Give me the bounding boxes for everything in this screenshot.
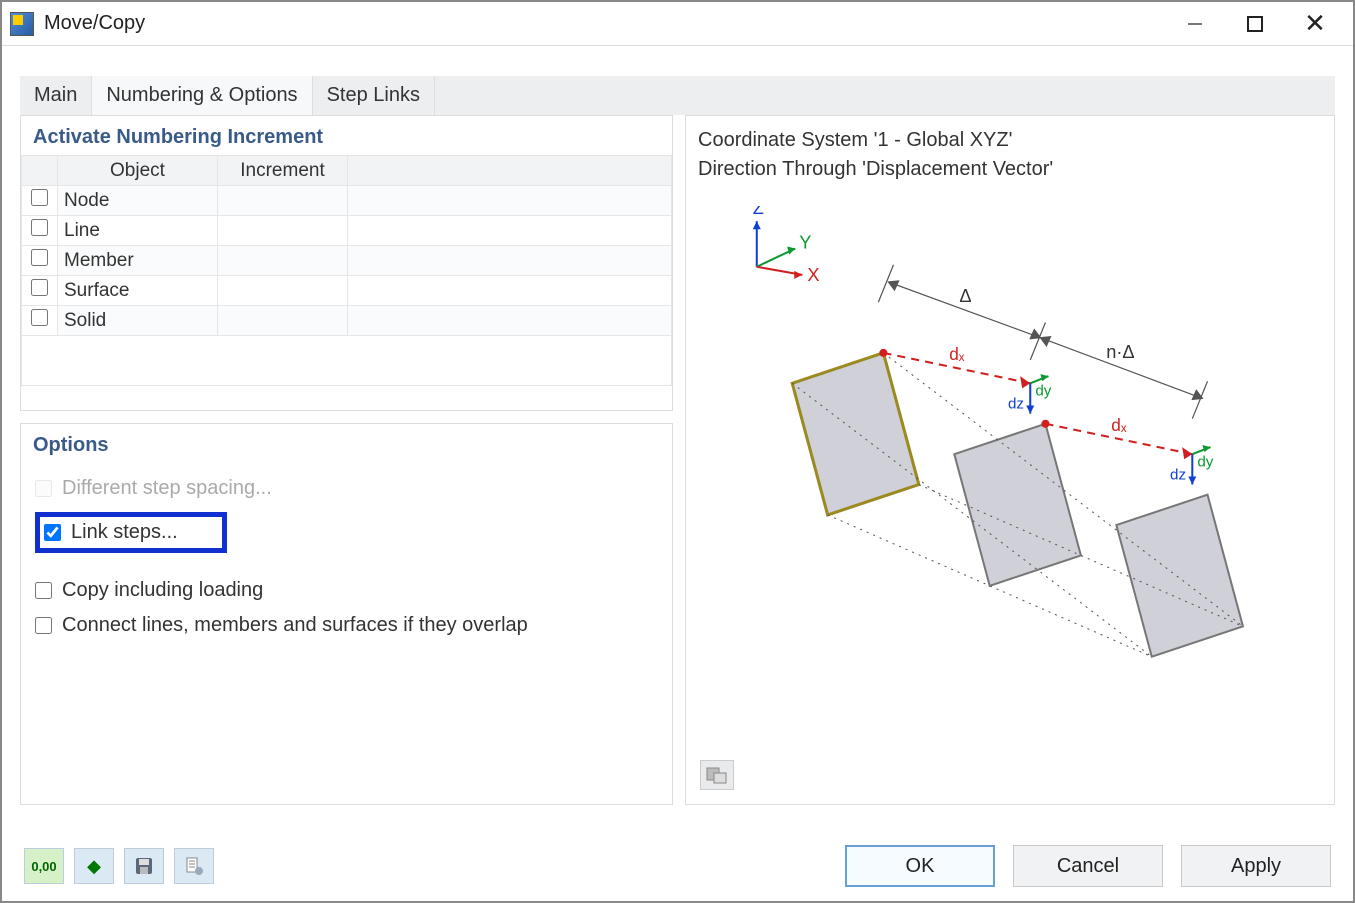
- row-inc[interactable]: [218, 216, 348, 246]
- pick-button[interactable]: ◆: [74, 848, 114, 884]
- table-row: Solid: [22, 306, 672, 336]
- row-label: Solid: [58, 306, 218, 336]
- table-row: Member: [22, 246, 672, 276]
- link-steps-highlight: Link steps...: [35, 512, 227, 553]
- opt-link-steps[interactable]: Link steps...: [35, 506, 658, 559]
- check-diff-step: [35, 480, 52, 497]
- dim-ndelta: n·Δ: [1106, 341, 1134, 362]
- preview-panel: Coordinate System '1 - Global XYZ' Direc…: [685, 115, 1335, 805]
- preview-line2: Direction Through 'Displacement Vector': [698, 155, 1322, 184]
- numbering-panel: Activate Numbering Increment Object Incr…: [20, 115, 673, 411]
- label-connect: Connect lines, members and surfaces if t…: [62, 614, 528, 637]
- col-increment: Increment: [218, 156, 348, 186]
- options-panel: Options Different step spacing... Link s…: [20, 423, 673, 805]
- label-diff-step: Different step spacing...: [62, 477, 272, 500]
- cancel-button[interactable]: Cancel: [1013, 845, 1163, 887]
- check-copy-loading[interactable]: [35, 582, 52, 599]
- opt-connect[interactable]: Connect lines, members and surfaces if t…: [35, 608, 658, 643]
- row-check-member[interactable]: [31, 249, 48, 266]
- table-row: Line: [22, 216, 672, 246]
- check-link-steps[interactable]: [44, 524, 61, 541]
- preview-diagram: Z Y X Δ n·Δ: [696, 206, 1324, 733]
- decimals-button[interactable]: 0,00: [24, 848, 64, 884]
- apply-button[interactable]: Apply: [1181, 845, 1331, 887]
- dim-delta: Δ: [959, 285, 971, 306]
- preview-line1: Coordinate System '1 - Global XYZ': [698, 126, 1322, 155]
- row-inc[interactable]: [218, 186, 348, 216]
- maximize-button[interactable]: [1225, 4, 1285, 44]
- label-link-steps: Link steps...: [71, 521, 178, 544]
- ok-button[interactable]: OK: [845, 845, 995, 887]
- axis-y: Y: [799, 232, 811, 253]
- window-controls: ✕: [1165, 4, 1345, 44]
- tab-main[interactable]: Main: [20, 76, 92, 115]
- preview-settings-icon[interactable]: [700, 760, 734, 790]
- tab-strip: Main Numbering & Options Step Links: [20, 76, 1335, 115]
- numbering-table: Object Increment Node Line Member: [21, 155, 672, 386]
- lbl-dz2: dz: [1170, 466, 1186, 483]
- row-label: Line: [58, 216, 218, 246]
- lbl-dy1: dy: [1035, 382, 1051, 399]
- toolbar: 0,00 ◆: [24, 848, 214, 884]
- col-object: Object: [58, 156, 218, 186]
- row-check-node[interactable]: [31, 189, 48, 206]
- lbl-dy2: dy: [1197, 453, 1213, 470]
- row-label: Surface: [58, 276, 218, 306]
- lbl-dx1: dₓ: [949, 344, 965, 364]
- close-button[interactable]: ✕: [1285, 4, 1345, 44]
- numbering-title: Activate Numbering Increment: [21, 116, 672, 155]
- table-row: Surface: [22, 276, 672, 306]
- table-row: Node: [22, 186, 672, 216]
- save-button[interactable]: [124, 848, 164, 884]
- lbl-dx2: dₓ: [1111, 415, 1127, 435]
- row-check-surface[interactable]: [31, 279, 48, 296]
- tab-numbering-options[interactable]: Numbering & Options: [92, 76, 312, 115]
- opt-copy-loading[interactable]: Copy including loading: [35, 573, 658, 608]
- dialog-buttons: OK Cancel Apply: [845, 845, 1331, 887]
- row-label: Member: [58, 246, 218, 276]
- check-connect[interactable]: [35, 617, 52, 634]
- row-check-line[interactable]: [31, 219, 48, 236]
- bottom-bar: 0,00 ◆ OK Cancel Apply: [2, 831, 1353, 901]
- axis-x: X: [807, 264, 819, 285]
- axis-z: Z: [753, 206, 764, 218]
- row-check-solid[interactable]: [31, 309, 48, 326]
- row-label: Node: [58, 186, 218, 216]
- lbl-dz1: dz: [1008, 396, 1024, 413]
- label-copy-loading: Copy including loading: [62, 579, 263, 602]
- row-inc[interactable]: [218, 276, 348, 306]
- tab-step-links[interactable]: Step Links: [313, 76, 435, 115]
- options-title: Options: [21, 424, 672, 463]
- list-button[interactable]: [174, 848, 214, 884]
- window-title: Move/Copy: [44, 12, 145, 35]
- opt-diff-step: Different step spacing...: [35, 471, 658, 506]
- row-inc[interactable]: [218, 246, 348, 276]
- minimize-button[interactable]: [1165, 4, 1225, 44]
- row-inc[interactable]: [218, 306, 348, 336]
- app-icon: [10, 12, 34, 36]
- titlebar: Move/Copy ✕: [2, 2, 1353, 46]
